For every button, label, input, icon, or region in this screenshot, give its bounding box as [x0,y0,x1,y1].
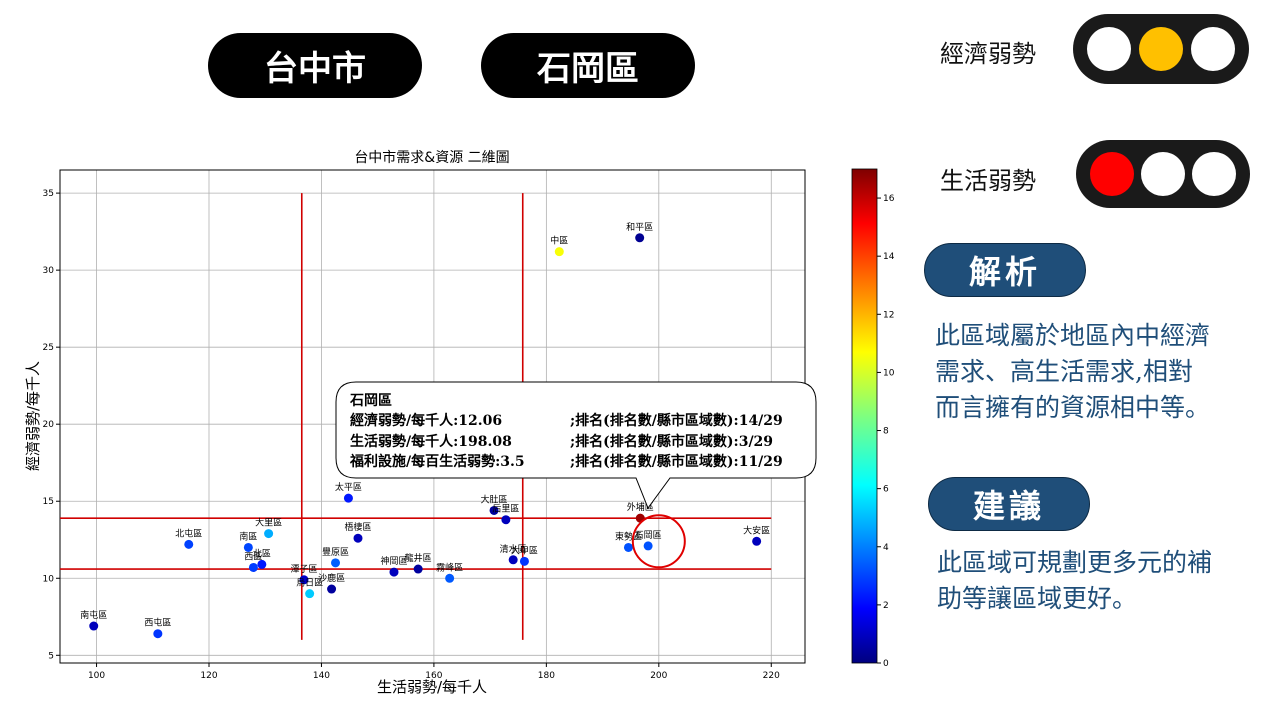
data-point [331,558,341,568]
living-indicator-label: 生活弱勢 [940,167,1036,195]
data-point [305,589,315,599]
data-point [248,562,258,572]
x-tick-label: 200 [650,671,667,681]
data-point [508,555,518,565]
x-tick-label: 100 [88,671,105,681]
data-point [243,542,253,552]
callout-rank-2: ;排名(排名數/縣市區域數):3/29 [570,434,774,450]
x-tick-label: 180 [538,671,555,681]
point-label: 西區 [244,551,262,562]
point-label: 潭子區 [291,564,318,575]
point-label: 南區 [239,530,257,542]
callout-rank-3: ;排名(排名數/縣市區域數):11/29 [570,454,783,470]
data-point [184,539,194,549]
x-tick-label: 140 [313,671,330,681]
analysis-text: 此區域屬於地區內中經濟 需求、高生活需求,相對 而言擁有的資源相中等。 [935,318,1265,426]
economic-lamp-3 [1191,27,1235,71]
data-point [643,541,653,551]
callout-rank-1: ;排名(排名數/縣市區域數):14/29 [570,413,783,429]
point-label: 西屯區 [144,617,171,629]
city-label: 台中市 [264,49,366,89]
data-point [623,542,633,552]
colorbar-tick-label: 0 [883,659,889,669]
data-point [752,536,762,546]
point-label: 豐原區 [322,547,349,558]
data-point [519,556,529,566]
district-label: 石岡區 [537,49,639,89]
callout-metric-2: 生活弱勢/每千人:198.08 [350,434,512,450]
data-point [89,621,99,631]
district-pill: 石岡區 [481,33,695,98]
city-pill: 台中市 [208,33,422,98]
colorbar-tick-label: 16 [883,194,895,204]
data-point [153,629,163,639]
colorbar-tick-label: 4 [883,543,889,553]
point-label: 南屯區 [80,609,107,621]
y-axis-label: 經濟弱勢/每千人 [24,361,42,471]
y-tick-label: 5 [48,651,54,661]
colorbar-tick-label: 8 [883,427,889,437]
analysis-line: 需求、高生活需求,相對 [935,357,1193,386]
point-label: 和平區 [626,222,653,233]
economic-traffic-light [1073,14,1249,84]
chart-title: 台中市需求&資源 二維圖 [354,149,509,166]
x-axis-label: 生活弱勢/每千人 [377,678,487,696]
point-label: 龍井區 [405,552,432,564]
y-tick-label: 30 [43,266,55,276]
colorbar-ticks: 0 2 4 6 8 10 12 14 16 [877,194,895,669]
colorbar-tick-label: 12 [883,310,894,320]
x-tick-label: 120 [200,671,217,681]
y-tick-label: 10 [43,574,55,584]
living-lamp-3 [1192,152,1236,196]
callout-text: 石岡區 經濟弱勢/每千人:12.06 ;排名(排名數/縣市區域數):14/29 … [336,382,816,478]
data-point [635,233,645,243]
colorbar-tick-label: 2 [883,601,889,611]
point-label: 梧棲區 [344,521,371,533]
colorbar-tick-label: 6 [883,485,889,495]
data-point [389,567,399,577]
point-label: 沙鹿區 [318,572,345,584]
y-tick-label: 20 [43,420,55,430]
colorbar-tick-label: 10 [883,368,895,378]
analysis-line: 而言擁有的資源相中等。 [935,393,1211,422]
data-point [353,533,363,543]
y-tick-label: 15 [43,497,54,507]
point-label: 大甲區 [511,544,538,556]
y-tick-label: 35 [43,189,54,199]
colorbar-tick-label: 14 [883,252,895,262]
point-label: 北屯區 [175,527,202,539]
suggestion-line: 助等讓區域更好。 [937,584,1138,613]
point-label: 大里區 [255,517,282,529]
economic-indicator-label: 經濟弱勢 [940,40,1036,68]
colorbar [851,168,878,664]
economic-lamp-1 [1087,27,1131,71]
callout-metric-3: 福利設施/每百生活弱勢:3.5 [350,454,525,470]
suggestion-text: 此區域可規劃更多元的補 助等讓區域更好。 [937,545,1267,617]
point-label: 石岡區 [635,530,662,541]
data-point [445,573,455,583]
point-label: 神岡區 [380,555,407,567]
living-traffic-light [1076,140,1250,208]
callout-name: 石岡區 [350,393,392,409]
x-tick-label: 220 [763,671,780,681]
analysis-title: 解析 [924,243,1086,297]
point-label: 霧峰區 [436,562,463,573]
data-point [413,564,423,574]
data-point [554,247,564,257]
data-point [264,529,274,539]
data-point [501,515,511,525]
living-lamp-2 [1141,152,1185,196]
suggestion-line: 此區域可規劃更多元的補 [937,548,1213,577]
data-point [327,584,337,594]
point-label: 中區 [550,235,568,247]
suggestion-title: 建議 [928,477,1090,531]
callout-metric-1: 經濟弱勢/每千人:12.06 [350,413,503,429]
analysis-line: 此區域屬於地區內中經濟 [935,321,1211,350]
living-lamp-1 [1090,152,1134,196]
economic-lamp-2 [1139,27,1183,71]
y-tick-label: 25 [43,343,54,353]
point-label: 大安區 [743,524,770,536]
